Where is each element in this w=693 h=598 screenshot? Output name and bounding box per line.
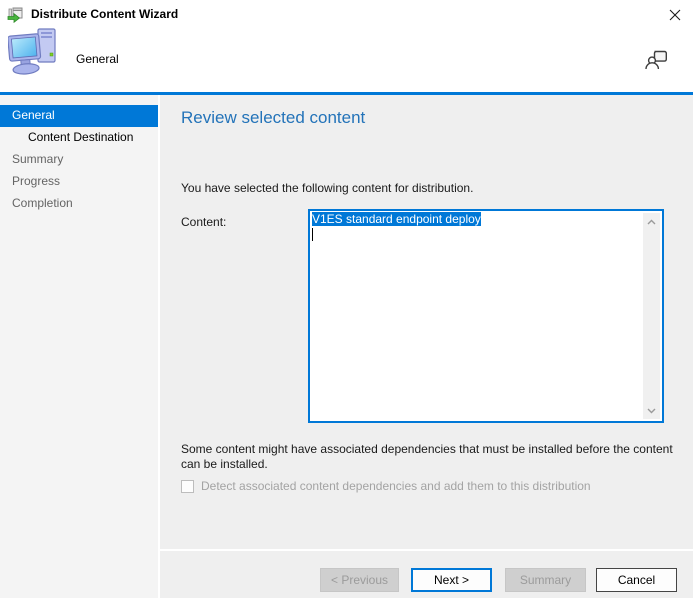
distribute-content-wizard-window: Distribute Content Wizard <box>0 0 693 598</box>
content-textbox[interactable]: V1ES standard endpoint deploy <box>308 209 664 423</box>
scroll-up-button[interactable] <box>643 213 660 230</box>
next-button[interactable]: Next > <box>411 568 492 592</box>
page-title: Review selected content <box>181 108 365 128</box>
detect-dependencies-label: Detect associated content dependencies a… <box>201 479 591 493</box>
chevron-down-icon <box>647 408 656 414</box>
text-caret <box>312 228 313 241</box>
chevron-up-icon <box>647 219 656 225</box>
computer-icon <box>8 25 60 79</box>
previous-button: < Previous <box>320 568 399 592</box>
sidebar-item-completion: Completion <box>0 193 158 215</box>
wizard-footer: < Previous Next > Summary Cancel <box>160 549 693 598</box>
title-bar: Distribute Content Wizard <box>0 0 693 28</box>
feedback-person-icon[interactable] <box>644 46 669 71</box>
close-icon <box>669 9 681 21</box>
wizard-page-general: Review selected content You have selecte… <box>160 95 693 549</box>
window-title: Distribute Content Wizard <box>31 7 178 21</box>
close-button[interactable] <box>666 6 684 24</box>
distribute-content-icon <box>7 6 24 23</box>
wizard-header: General <box>0 28 693 92</box>
summary-button: Summary <box>505 568 586 592</box>
detect-dependencies-checkbox <box>181 480 194 493</box>
sidebar-item-progress: Progress <box>0 171 158 193</box>
instruction-text: You have selected the following content … <box>181 181 473 195</box>
content-label: Content: <box>181 215 226 229</box>
sidebar-item-general[interactable]: General <box>0 105 158 127</box>
sidebar-item-content-destination[interactable]: Content Destination <box>0 127 158 149</box>
scroll-down-button[interactable] <box>643 402 660 419</box>
sidebar-item-summary: Summary <box>0 149 158 171</box>
dependency-note: Some content might have associated depen… <box>181 442 687 472</box>
header-step-title: General <box>76 52 119 66</box>
wizard-steps-sidebar: General Content Destination Summary Prog… <box>0 95 160 598</box>
content-selected-text: V1ES standard endpoint deploy <box>312 212 481 226</box>
detect-dependencies-row: Detect associated content dependencies a… <box>181 479 591 493</box>
cancel-button[interactable]: Cancel <box>596 568 677 592</box>
vertical-scrollbar[interactable] <box>643 213 660 419</box>
